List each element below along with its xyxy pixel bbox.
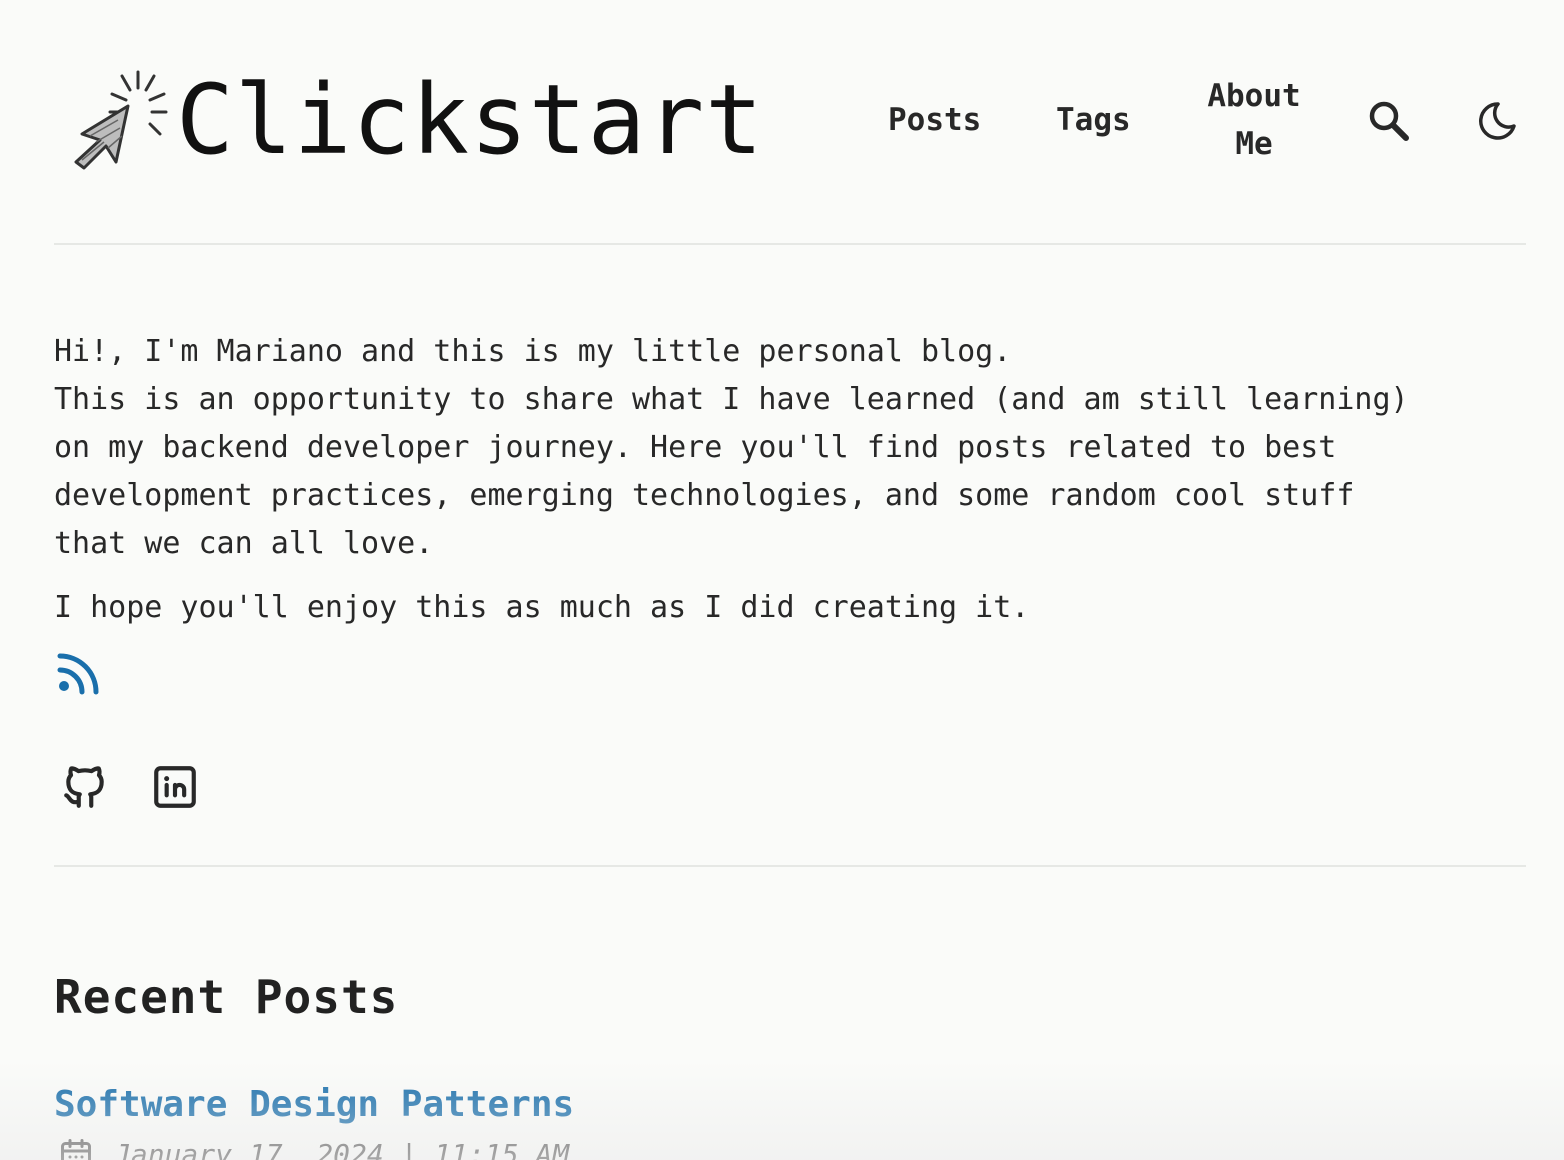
nav-tags[interactable]: Tags (1056, 96, 1131, 144)
rss-icon (57, 653, 99, 695)
github-link[interactable] (60, 762, 110, 816)
intro-section: Hi!, I'm Mariano and this is my little p… (54, 328, 1526, 632)
intro-closing: I hope you'll enjoy this as much as I di… (54, 590, 1030, 625)
recent-posts-heading: Recent Posts (54, 970, 399, 1024)
nav-posts[interactable]: Posts (888, 96, 981, 144)
intro-line: that we can all love. (54, 526, 434, 561)
linkedin-link[interactable] (150, 762, 200, 816)
main-nav: Posts Tags About Me (54, 70, 1526, 180)
calendar-icon (61, 1139, 91, 1160)
site-header: Clickstart Posts Tags About Me (54, 0, 1526, 244)
moon-icon (1479, 102, 1516, 140)
intro-line: Hi!, I'm Mariano and this is my little p… (54, 334, 1012, 369)
nav-about-line2: Me (1235, 126, 1273, 162)
rss-link[interactable] (56, 652, 100, 700)
social-links (60, 762, 200, 816)
nav-about-me[interactable]: About Me (1202, 72, 1306, 168)
intro-line: on my backend developer journey. Here yo… (54, 430, 1337, 465)
intro-line: development practices, emerging technolo… (54, 478, 1355, 513)
post-date: January 17, 2024 | 11:15 AM (114, 1137, 570, 1160)
intro-line: This is an opportunity to share what I h… (54, 382, 1409, 417)
theme-toggle-button[interactable] (1472, 98, 1518, 148)
intro-divider (54, 865, 1526, 867)
github-icon (64, 766, 104, 808)
header-divider (54, 243, 1526, 245)
intro-paragraph: Hi!, I'm Mariano and this is my little p… (54, 328, 1526, 568)
nav-about-line1: About (1207, 78, 1301, 114)
search-button[interactable] (1366, 98, 1412, 148)
linkedin-icon (154, 766, 196, 808)
post-meta: January 17, 2024 | 11:15 AM (58, 1136, 569, 1160)
post-title-link[interactable]: Software Design Patterns (54, 1080, 574, 1130)
search-icon (1369, 101, 1409, 141)
